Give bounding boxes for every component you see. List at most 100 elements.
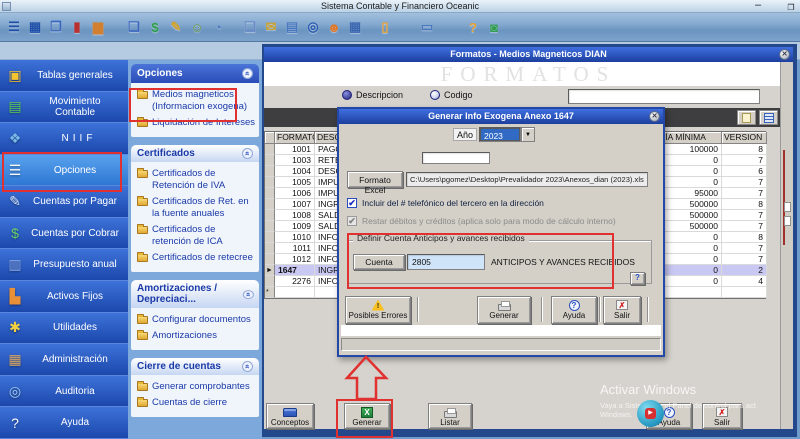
table-window-icon[interactable]: ▦ bbox=[25, 16, 45, 38]
sidebar-item-administracion[interactable]: ▦Administración bbox=[0, 344, 128, 376]
help-icon: ? bbox=[664, 407, 675, 418]
exit-door-icon[interactable]: ◙ bbox=[484, 16, 504, 38]
search-icon[interactable]: ◎ bbox=[303, 16, 323, 38]
collapse-chevron-icon[interactable]: « bbox=[242, 68, 253, 79]
radio-codigo[interactable]: Codigo bbox=[430, 90, 473, 100]
panel-item-label: Amortizaciones bbox=[152, 330, 217, 342]
collapse-chevron-icon[interactable]: « bbox=[243, 290, 254, 299]
checkbox-restar-debitos[interactable]: ✔ Restar débitos y créditos (aplica solo… bbox=[347, 216, 616, 226]
report-icon[interactable]: ▤ bbox=[282, 16, 302, 38]
folder-icon: ▣ bbox=[0, 67, 30, 84]
clock-document-icon[interactable]: ◔ bbox=[208, 16, 228, 38]
transfer-documents-icon[interactable]: ❏ bbox=[124, 16, 144, 38]
monitor-chart-icon[interactable]: ▭ bbox=[417, 16, 437, 38]
sidebar-item-tablas-generales[interactable]: ▣Tablas generales bbox=[0, 60, 128, 92]
search-input[interactable] bbox=[568, 89, 760, 104]
sidebar-item-cuentas-por-pagar[interactable]: ✎Cuentas por Pagar bbox=[0, 186, 128, 218]
dialog-close-icon[interactable]: ✕ bbox=[649, 111, 660, 122]
excel-path-field[interactable]: C:\Users\pgomez\Desktop\Prevalidador 202… bbox=[406, 172, 648, 187]
year-label: Año bbox=[453, 128, 477, 141]
panel-item[interactable]: Certificados de retención de ICA bbox=[135, 222, 257, 250]
sidebar-item-presupuesto-anual[interactable]: ▥Presupuesto anual bbox=[0, 249, 128, 281]
bar-chart-icon[interactable]: ▆ bbox=[88, 16, 108, 38]
radio-descripcion[interactable]: Descripcion bbox=[342, 90, 403, 100]
panel-item[interactable]: Amortizaciones bbox=[135, 328, 257, 344]
scroll-thumb[interactable] bbox=[784, 202, 791, 212]
dialog-ayuda-button[interactable]: ? Ayuda bbox=[551, 296, 597, 324]
window-right-strip[interactable] bbox=[780, 62, 793, 429]
checkbox-include-phone[interactable]: ✔ Incluir del # telefónico del tercero e… bbox=[347, 198, 544, 208]
cuenta-button[interactable]: Cuenta bbox=[353, 254, 405, 270]
user-audit-icon[interactable]: ☺ bbox=[187, 16, 207, 38]
red-binder-icon[interactable]: ▮ bbox=[67, 16, 87, 38]
filter-controls: Descripcion Codigo bbox=[264, 86, 793, 108]
generar-button[interactable]: X Generar bbox=[344, 403, 390, 429]
sidebar-item-ayuda[interactable]: ?Ayuda bbox=[0, 407, 128, 439]
dialog-generar-button[interactable]: Generar bbox=[477, 296, 531, 324]
year-dropdown[interactable]: 2023 bbox=[479, 127, 521, 142]
send-mail-icon[interactable]: ✉ bbox=[261, 16, 281, 38]
panel-item[interactable]: Medios magneticos (Informacion exogena) bbox=[135, 87, 257, 115]
close-icon[interactable]: ✕ bbox=[779, 49, 790, 60]
sidebar-item-niif[interactable]: ❖NIIF bbox=[0, 123, 128, 155]
collapse-chevron-icon[interactable]: « bbox=[242, 148, 253, 159]
panel-item[interactable]: Liquidación de Intereses bbox=[135, 115, 257, 131]
folder-icon bbox=[137, 226, 148, 234]
posibles-errores-button[interactable]: ! Posibles Errores bbox=[345, 296, 411, 324]
sidebar-item-activos-fijos[interactable]: ▙Activos Fijos bbox=[0, 281, 128, 313]
panel-item[interactable]: Cuentas de cierre bbox=[135, 395, 257, 411]
panel-header-opciones[interactable]: Opciones « bbox=[131, 64, 259, 83]
dialog-salir-button[interactable]: ✗ Salir bbox=[603, 296, 641, 324]
col-formato: FORMATO bbox=[275, 132, 315, 144]
formato-excel-button[interactable]: Formato Excel bbox=[347, 171, 403, 188]
collapse-chevron-icon[interactable]: « bbox=[242, 361, 253, 372]
sidebar-item-label: Opciones bbox=[30, 165, 128, 176]
money-icon: $ bbox=[0, 225, 30, 241]
folder-icon bbox=[137, 316, 148, 324]
sidebar-item-utilidades[interactable]: ✱Utilidades bbox=[0, 313, 128, 345]
panel-item[interactable]: Certificados de Retención de IVA bbox=[135, 166, 257, 194]
panel-item-label: Configurar documentos bbox=[152, 314, 251, 326]
salir-button[interactable]: ✗ Salir bbox=[702, 403, 742, 429]
panel-item[interactable]: Configurar documentos bbox=[135, 312, 257, 328]
app-title: Sistema Contable y Financiero Oceanic bbox=[321, 1, 479, 11]
dropdown-arrow-icon[interactable]: ▼ bbox=[521, 127, 535, 142]
calendar-icon[interactable]: ▦ bbox=[345, 16, 365, 38]
sidebar-item-auditoria[interactable]: ◎Auditoria bbox=[0, 376, 128, 408]
edit-document-icon[interactable]: ✎ bbox=[166, 16, 186, 38]
help-small-button[interactable]: ? bbox=[630, 272, 645, 285]
panel-section-header[interactable]: Amortizaciones / Depreciaci...« bbox=[131, 280, 259, 308]
panel-section-header[interactable]: Cierre de cuentas « bbox=[131, 358, 259, 375]
sidebar-item-cuentas-por-cobrar[interactable]: $Cuentas por Cobrar bbox=[0, 218, 128, 250]
money-calculator-icon[interactable]: $ bbox=[145, 16, 165, 38]
cascade-windows-icon[interactable]: ❐ bbox=[46, 16, 66, 38]
conceptos-button[interactable]: Conceptos bbox=[266, 403, 314, 429]
cuenta-value-field[interactable]: 2805 bbox=[407, 254, 485, 270]
printer-icon bbox=[444, 411, 457, 418]
help-icon[interactable]: ? bbox=[463, 16, 483, 38]
empty-field[interactable] bbox=[422, 152, 490, 164]
col-version: VERSION bbox=[722, 132, 767, 144]
panel-section-title: Cierre de cuentas bbox=[137, 361, 221, 372]
panel-section-header[interactable]: Certificados« bbox=[131, 145, 259, 162]
panel-item[interactable]: Generar comprobantes bbox=[135, 379, 257, 395]
panel-item[interactable]: Certificados de retecree bbox=[135, 250, 257, 266]
user-icon[interactable]: ☻ bbox=[324, 16, 344, 38]
panel-header-title: Opciones bbox=[137, 68, 183, 79]
sidebar-item-opciones[interactable]: ☰Opciones bbox=[0, 155, 128, 187]
scroll-thumb[interactable] bbox=[784, 216, 791, 226]
new-format-button[interactable] bbox=[737, 110, 756, 125]
export-format-button[interactable] bbox=[759, 110, 778, 125]
panel-item[interactable]: Certificados de Ret. en la fuente anuale… bbox=[135, 194, 257, 222]
dialog-status-bar bbox=[341, 338, 661, 351]
folder-icon bbox=[137, 399, 148, 407]
sidebar-item-movimiento-contable[interactable]: ▤Movimiento Contable bbox=[0, 92, 128, 124]
panel-item-label: Certificados de retención de ICA bbox=[152, 224, 257, 248]
panel-item-label: Generar comprobantes bbox=[152, 381, 250, 393]
address-book-icon[interactable]: ▯ bbox=[375, 16, 395, 38]
cuenta-description: ANTICIPOS Y AVANCES RECIBIDOS bbox=[491, 257, 635, 267]
listar-button[interactable]: Listar bbox=[428, 403, 472, 429]
minimize-button[interactable]: – bbox=[750, 0, 766, 12]
copy-icon[interactable]: ❏ bbox=[240, 16, 260, 38]
tree-view-icon[interactable]: ☰ bbox=[4, 16, 24, 38]
